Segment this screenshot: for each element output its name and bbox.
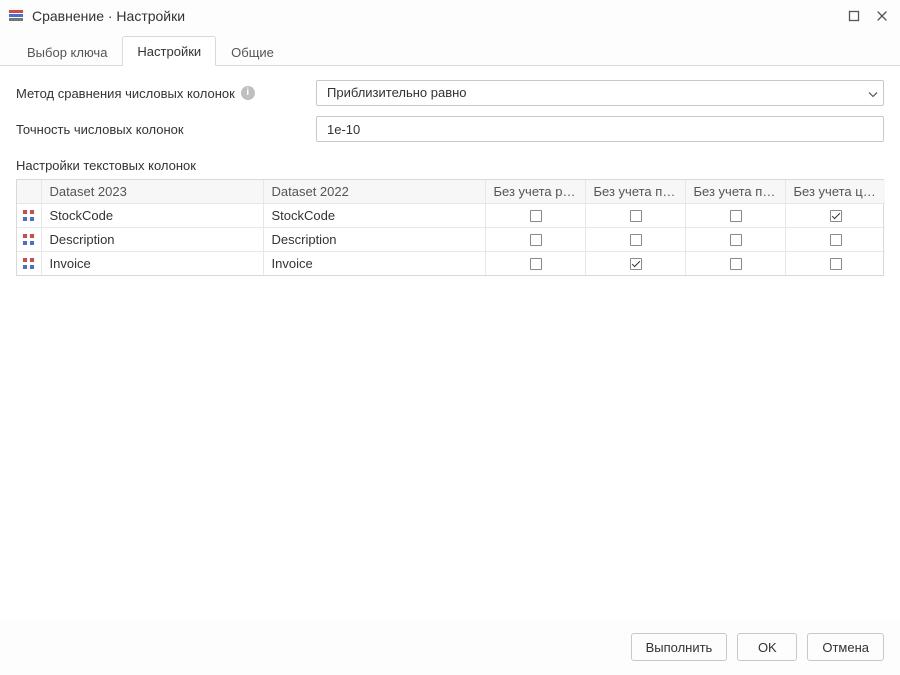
checkbox-ignore-spaces[interactable]	[630, 210, 642, 222]
checkbox-ignore-case[interactable]	[530, 258, 542, 270]
th-ignore-punct[interactable]: Без учета пр...	[685, 180, 785, 204]
precision-input[interactable]	[316, 116, 884, 142]
cell-dataset-b: StockCode	[263, 204, 485, 228]
th-icon	[17, 180, 41, 204]
checkbox-ignore-punct[interactable]	[730, 234, 742, 246]
cell-dataset-b: Description	[263, 228, 485, 252]
th-dataset-a[interactable]: Dataset 2023	[41, 180, 263, 204]
checkbox-ignore-case[interactable]	[530, 234, 542, 246]
checkbox-ignore-digits[interactable]	[830, 210, 842, 222]
window-title: Сравнение · Настройки	[32, 8, 185, 24]
th-ignore-spaces[interactable]: Без учета пу...	[585, 180, 685, 204]
method-select-value: Приблизительно равно	[316, 80, 884, 106]
cell-dataset-a: StockCode	[41, 204, 263, 228]
tab-general[interactable]: Общие	[216, 37, 289, 66]
th-dataset-b[interactable]: Dataset 2022	[263, 180, 485, 204]
cancel-button[interactable]: Отмена	[807, 633, 884, 661]
cell-dataset-a: Invoice	[41, 252, 263, 276]
titlebar: Сравнение · Настройки	[0, 0, 900, 32]
close-button[interactable]	[872, 6, 892, 26]
compare-icon	[17, 204, 41, 228]
th-ignore-digits[interactable]: Без учета ци...	[785, 180, 885, 204]
table-row[interactable]: StockCodeStockCode	[17, 204, 885, 228]
info-icon[interactable]: i	[241, 86, 255, 100]
method-select[interactable]: Приблизительно равно	[316, 80, 884, 106]
table-row[interactable]: DescriptionDescription	[17, 228, 885, 252]
checkbox-ignore-digits[interactable]	[830, 234, 842, 246]
tab-key-selection[interactable]: Выбор ключа	[12, 37, 122, 66]
checkbox-ignore-spaces[interactable]	[630, 258, 642, 270]
checkbox-ignore-punct[interactable]	[730, 258, 742, 270]
checkbox-ignore-punct[interactable]	[730, 210, 742, 222]
content-area: Метод сравнения числовых колонок i Прибл…	[0, 66, 900, 621]
execute-button[interactable]: Выполнить	[631, 633, 728, 661]
text-columns-table: Dataset 2023 Dataset 2022 Без учета ре..…	[16, 179, 884, 276]
app-icon	[8, 8, 24, 24]
footer: Выполнить OK Отмена	[0, 621, 900, 675]
compare-icon	[17, 228, 41, 252]
ok-button[interactable]: OK	[737, 633, 797, 661]
compare-icon	[17, 252, 41, 276]
table-row[interactable]: InvoiceInvoice	[17, 252, 885, 276]
table-header-row: Dataset 2023 Dataset 2022 Без учета ре..…	[17, 180, 885, 204]
tab-bar: Выбор ключа Настройки Общие	[0, 32, 900, 66]
checkbox-ignore-case[interactable]	[530, 210, 542, 222]
maximize-button[interactable]	[844, 6, 864, 26]
tab-settings[interactable]: Настройки	[122, 36, 216, 66]
precision-label: Точность числовых колонок	[16, 122, 184, 137]
text-columns-title: Настройки текстовых колонок	[16, 158, 884, 173]
checkbox-ignore-digits[interactable]	[830, 258, 842, 270]
cell-dataset-a: Description	[41, 228, 263, 252]
method-label: Метод сравнения числовых колонок	[16, 86, 235, 101]
th-ignore-case[interactable]: Без учета ре...	[485, 180, 585, 204]
cell-dataset-b: Invoice	[263, 252, 485, 276]
checkbox-ignore-spaces[interactable]	[630, 234, 642, 246]
